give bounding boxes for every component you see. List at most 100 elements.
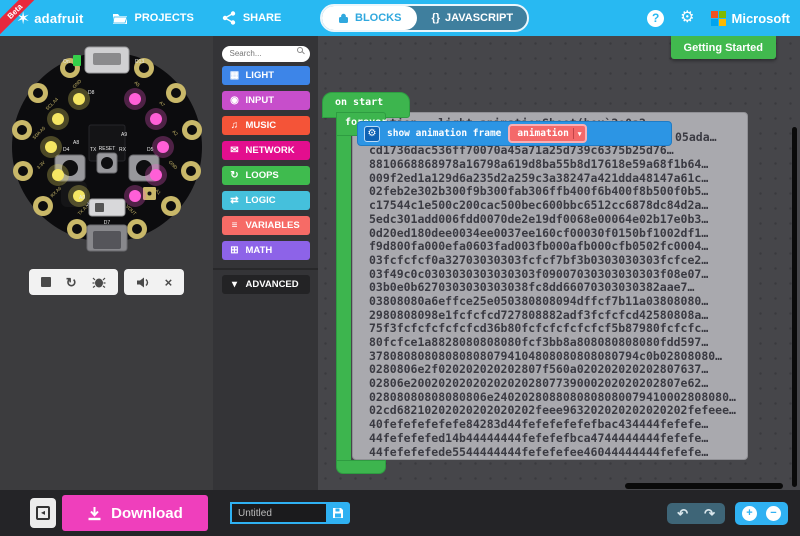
- light-block-gear-icon: ⚙: [364, 126, 380, 142]
- sim-control-group-2: ×: [124, 269, 185, 295]
- hex-line: cd1736dac536ff70070a45a71a25d739c6375b25…: [369, 144, 739, 158]
- category-music[interactable]: ♫ MUSIC: [222, 116, 310, 135]
- block-toolbox: ▦ LIGHT ◉ INPUT ♫ MUSIC ✉ NETWORK ↻ LOOP…: [213, 36, 318, 490]
- block-gray-javascript[interactable]: imation = light.animationSheet(hex`2e0a2…: [352, 112, 748, 460]
- fullscreen-button[interactable]: ×: [165, 276, 173, 289]
- category-loops[interactable]: ↻ LOOPS: [222, 166, 310, 185]
- hex-line: 02806e2002020202020202028077390002020202…: [369, 377, 739, 391]
- music-icon: ♫: [228, 120, 242, 131]
- comm-icon: ✉: [228, 145, 242, 156]
- simulator-panel: A5 A7 A2 GND A1 VOUT TX A7 RX A6 3.3V SD…: [0, 36, 213, 490]
- hex-line: c17544c1e500c200cac500bec600bbc6512cc687…: [369, 199, 739, 213]
- collapse-icon: ◂: [36, 506, 50, 520]
- volume-button[interactable]: [136, 276, 150, 289]
- undo-button[interactable]: ↶: [677, 507, 688, 520]
- category-input[interactable]: ◉ INPUT: [222, 91, 310, 110]
- hex-line: 75f3fcfcfcfcfcfcd36b80fcfcfcfcfcfcf5b879…: [369, 322, 739, 336]
- board-label: D4: [63, 147, 70, 153]
- music-note-icon: ♪: [86, 201, 90, 208]
- hex-line: 03b0e0b6270303030303038fc8dd660703030303…: [369, 281, 739, 295]
- braces-icon: {}: [431, 12, 440, 24]
- block-workspace[interactable]: Getting Started on start imation = light…: [318, 36, 800, 490]
- blocks-tab-label: BLOCKS: [355, 12, 401, 24]
- category-label: INPUT: [246, 95, 275, 106]
- collapse-simulator-button[interactable]: ◂: [30, 498, 56, 528]
- category-label: LIGHT: [246, 70, 275, 81]
- search-icon: [297, 47, 303, 53]
- category-label: MUSIC: [246, 120, 277, 131]
- hex-line: 44fefefefed14b44444444fefefefbca47444444…: [369, 432, 739, 446]
- vertical-scrollbar[interactable]: [792, 127, 797, 487]
- debug-sim-button[interactable]: [92, 276, 106, 288]
- zoom-group: + −: [735, 502, 788, 525]
- search-box: [222, 43, 310, 59]
- restart-sim-button[interactable]: ↻: [66, 276, 77, 289]
- download-label: Download: [111, 505, 183, 522]
- share-button[interactable]: SHARE: [222, 11, 282, 25]
- board-label: A9: [121, 132, 127, 138]
- slide-switch[interactable]: [89, 199, 125, 216]
- project-name-input[interactable]: [230, 502, 326, 524]
- zoom-out-button[interactable]: −: [766, 506, 781, 521]
- bottom-bar: ◂ Download ↶ ↷ + −: [0, 490, 800, 536]
- circuit-playground-board[interactable]: A5 A7 A2 GND A1 VOUT TX A7 RX A6 3.3V SD…: [9, 41, 205, 257]
- logic-icon: ⇄: [228, 195, 242, 206]
- category-network[interactable]: ✉ NETWORK: [222, 141, 310, 160]
- board-label: A0: [79, 195, 85, 201]
- category-math[interactable]: ⊞ MATH: [222, 241, 310, 260]
- save-button[interactable]: [326, 502, 350, 524]
- board-label: RX: [119, 147, 127, 153]
- share-icon: [222, 11, 236, 25]
- puzzle-icon: [338, 13, 349, 24]
- adafruit-logo[interactable]: ✶ adafruit: [16, 10, 84, 27]
- hex-line: 02feb2e302b300f9b300fab306ffb400f6b400f8…: [369, 185, 739, 199]
- getting-started-button[interactable]: Getting Started: [671, 36, 776, 59]
- stop-sim-button[interactable]: [41, 277, 51, 287]
- board-label: D7: [103, 220, 110, 226]
- category-light[interactable]: ▦ LIGHT: [222, 66, 310, 85]
- project-name-group: [230, 502, 350, 524]
- tab-javascript[interactable]: {} JAVASCRIPT: [417, 6, 527, 30]
- power-led: [73, 55, 81, 66]
- category-label: ADVANCED: [246, 279, 299, 290]
- zoom-in-button[interactable]: +: [742, 506, 757, 521]
- brand-name: adafruit: [34, 11, 83, 26]
- board-label: D8: [88, 90, 95, 96]
- category-label: MATH: [246, 245, 273, 256]
- help-button[interactable]: ?: [647, 10, 664, 27]
- hex-line: f9d800fa000efa0603fad003fb000afb000cfb05…: [369, 240, 739, 254]
- tab-blocks[interactable]: BLOCKS: [322, 6, 417, 30]
- sim-control-group-1: ↻: [29, 269, 118, 295]
- chevron-down-icon: ▾: [228, 279, 242, 290]
- toolbox-divider: [213, 268, 318, 270]
- hex-line: 009f2ed1a129d6a235d2a259c3a38247a421dda4…: [369, 172, 739, 186]
- simulator-controls: ↻ ×: [29, 269, 185, 295]
- hex-line: 03808080a6effce25e050380808094dffcf7b11a…: [369, 295, 739, 309]
- hex-line: 0d20ed180dee0034ee0037ee160cf00030f0150b…: [369, 227, 739, 241]
- variable-dropdown[interactable]: animation ▾: [508, 124, 587, 143]
- editor-toggle: BLOCKS {} JAVASCRIPT: [320, 4, 529, 32]
- settings-gear-button[interactable]: ⚙: [680, 10, 694, 26]
- app-header: Beta ✶ adafruit PROJECTS SHARE BLOCKS {}…: [0, 0, 800, 36]
- category-label: NETWORK: [246, 145, 295, 156]
- hex-line: 378080808080808080794104808080808080794c…: [369, 350, 739, 364]
- board-label: On: [63, 59, 70, 65]
- projects-button[interactable]: PROJECTS: [112, 12, 194, 25]
- hex-line: 0280806e2f020202020202807f560a0202020202…: [369, 363, 739, 377]
- hex-line: 80fcfce1a8828080808080fcf3bb8a8080808080…: [369, 336, 739, 350]
- hex-line: 03fcfcfcf0a32703030303fcfcf7bf3b03030303…: [369, 254, 739, 268]
- share-label: SHARE: [243, 12, 282, 24]
- loop-icon: ↻: [228, 170, 242, 181]
- horizontal-scrollbar[interactable]: [625, 483, 783, 489]
- projects-label: PROJECTS: [135, 12, 194, 24]
- category-label: LOGIC: [246, 195, 276, 206]
- category-variables[interactable]: ≡ VARIABLES: [222, 216, 310, 235]
- undo-redo-group: ↶ ↷: [667, 503, 725, 524]
- block-show-animation-frame[interactable]: ⚙ show animation frame animation ▾: [357, 121, 672, 146]
- category-advanced[interactable]: ▾ ADVANCED: [222, 275, 310, 294]
- category-logic[interactable]: ⇄ LOGIC: [222, 191, 310, 210]
- microsoft-logo: Microsoft: [711, 11, 791, 26]
- hex-line: 02cd68210202020202020202feee963202020202…: [369, 404, 739, 418]
- download-button[interactable]: Download: [62, 495, 208, 531]
- redo-button[interactable]: ↷: [704, 507, 715, 520]
